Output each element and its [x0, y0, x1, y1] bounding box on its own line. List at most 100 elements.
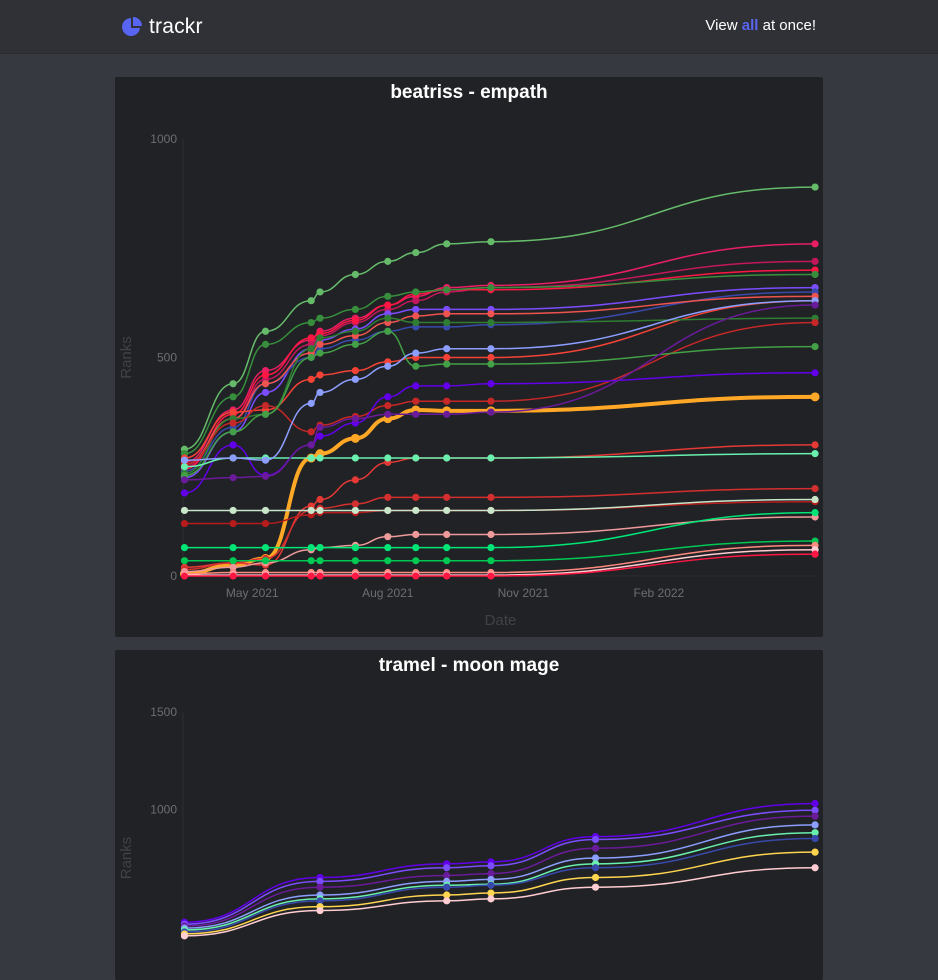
data-point[interactable]: [307, 441, 315, 449]
data-point[interactable]: [443, 353, 451, 362]
data-point[interactable]: [412, 297, 420, 305]
data-point[interactable]: [307, 297, 315, 305]
data-point[interactable]: [351, 367, 359, 375]
data-point[interactable]: [443, 530, 451, 539]
data-point[interactable]: [384, 362, 392, 370]
data-point[interactable]: [261, 371, 270, 379]
data-point[interactable]: [412, 543, 420, 552]
data-point[interactable]: [261, 456, 270, 464]
data-point[interactable]: [811, 240, 819, 248]
data-point[interactable]: [811, 834, 819, 843]
data-point[interactable]: [412, 493, 420, 501]
data-point[interactable]: [487, 530, 495, 539]
data-point[interactable]: [811, 812, 819, 820]
data-point[interactable]: [229, 519, 237, 528]
data-point[interactable]: [487, 353, 495, 362]
data-point[interactable]: [384, 301, 392, 309]
data-point[interactable]: [487, 318, 495, 327]
data-point[interactable]: [811, 450, 819, 458]
data-point[interactable]: [316, 340, 324, 348]
data-point[interactable]: [307, 353, 315, 362]
data-point[interactable]: [487, 345, 495, 353]
data-point[interactable]: [443, 557, 451, 565]
data-point[interactable]: [316, 288, 324, 296]
data-point[interactable]: [811, 550, 819, 558]
data-point[interactable]: [316, 557, 324, 565]
data-point[interactable]: [316, 432, 324, 440]
data-point[interactable]: [412, 410, 420, 418]
data-point[interactable]: [261, 572, 270, 580]
data-point[interactable]: [229, 454, 237, 462]
data-point[interactable]: [591, 873, 600, 882]
data-point[interactable]: [316, 314, 324, 322]
data-point[interactable]: [229, 428, 237, 436]
data-point[interactable]: [443, 382, 451, 390]
data-point[interactable]: [443, 897, 451, 905]
data-point[interactable]: [351, 572, 359, 580]
data-point[interactable]: [443, 543, 451, 552]
data-point[interactable]: [811, 318, 819, 327]
data-point[interactable]: [384, 557, 392, 565]
data-point[interactable]: [591, 844, 600, 852]
data-point[interactable]: [261, 327, 270, 335]
data-point[interactable]: [307, 428, 315, 436]
data-point[interactable]: [261, 557, 270, 565]
data-point[interactable]: [307, 454, 315, 462]
data-point[interactable]: [307, 399, 315, 407]
data-point[interactable]: [412, 530, 420, 539]
data-point[interactable]: [443, 310, 451, 318]
data-point[interactable]: [412, 572, 420, 580]
data-point[interactable]: [384, 393, 392, 401]
data-point[interactable]: [384, 401, 392, 410]
data-point[interactable]: [412, 454, 420, 462]
data-point[interactable]: [811, 509, 819, 517]
data-point[interactable]: [351, 500, 359, 508]
data-point[interactable]: [180, 506, 189, 515]
data-point[interactable]: [443, 572, 451, 580]
data-point[interactable]: [316, 883, 324, 891]
data-point[interactable]: [229, 441, 237, 449]
data-point[interactable]: [384, 506, 392, 515]
data-point[interactable]: [487, 380, 495, 388]
data-point[interactable]: [351, 305, 359, 314]
data-point[interactable]: [443, 454, 451, 462]
view-all-link[interactable]: all: [742, 17, 759, 34]
data-point[interactable]: [811, 441, 819, 449]
data-point[interactable]: [351, 375, 359, 383]
data-point[interactable]: [229, 419, 237, 427]
data-point[interactable]: [316, 572, 324, 580]
data-point[interactable]: [591, 835, 600, 844]
data-point[interactable]: [443, 345, 451, 353]
data-point[interactable]: [487, 506, 495, 515]
data-point[interactable]: [261, 388, 270, 397]
data-point[interactable]: [443, 410, 451, 418]
data-point[interactable]: [487, 557, 495, 565]
data-point[interactable]: [261, 506, 270, 515]
data-point[interactable]: [487, 543, 495, 552]
data-point[interactable]: [180, 456, 189, 464]
data-point[interactable]: [180, 572, 189, 580]
data-point[interactable]: [487, 360, 495, 368]
data-point[interactable]: [307, 506, 315, 515]
data-point[interactable]: [316, 495, 324, 504]
data-point[interactable]: [180, 489, 189, 497]
data-point[interactable]: [180, 476, 189, 484]
data-point[interactable]: [443, 286, 451, 294]
data-point[interactable]: [591, 864, 600, 872]
data-point[interactable]: [351, 316, 359, 324]
data-point[interactable]: [487, 572, 495, 580]
data-point[interactable]: [443, 493, 451, 501]
data-point[interactable]: [384, 493, 392, 501]
data-point[interactable]: [412, 249, 420, 257]
data-point[interactable]: [261, 380, 270, 388]
data-point[interactable]: [351, 454, 359, 462]
data-point[interactable]: [261, 472, 270, 480]
data-point[interactable]: [811, 369, 819, 377]
data-point[interactable]: [316, 506, 324, 515]
data-point[interactable]: [443, 318, 451, 327]
data-point[interactable]: [316, 371, 324, 379]
data-point[interactable]: [384, 257, 392, 265]
data-point[interactable]: [261, 543, 270, 552]
data-point[interactable]: [487, 283, 495, 292]
data-point[interactable]: [811, 183, 819, 191]
